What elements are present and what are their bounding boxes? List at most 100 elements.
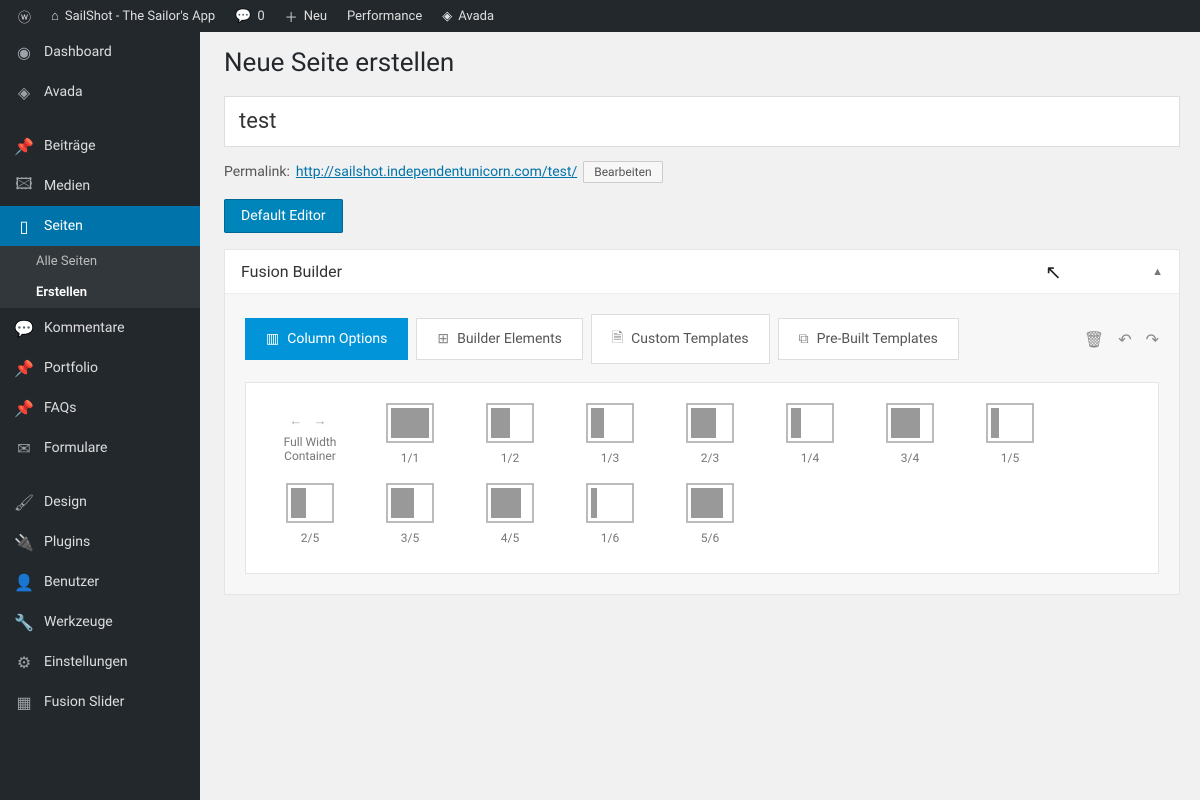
site-link[interactable]: ⌂SailShot - The Sailor's App [41, 0, 225, 32]
column-swatch [586, 403, 634, 443]
admin-sidebar: ◉Dashboard ◈Avada 📌Beiträge 🖾Medien ▯Sei… [0, 32, 200, 800]
column-option-5-6[interactable]: 5/6 [660, 483, 760, 545]
column-option-1-2[interactable]: 1/2 [460, 403, 560, 465]
columns-icon: ▥ [266, 331, 279, 347]
pin-icon: 📌 [14, 358, 34, 378]
column-option-3-4[interactable]: 3/4 [860, 403, 960, 465]
sidebar-item-avada[interactable]: ◈Avada [0, 72, 200, 112]
column-label: 1/4 [760, 451, 860, 465]
permalink-label: Permalink: [224, 164, 290, 180]
tab-custom-templates[interactable]: 🗎Custom Templates [591, 314, 770, 364]
redo-icon[interactable]: ↷ [1146, 330, 1159, 349]
column-swatch [886, 403, 934, 443]
comments-link[interactable]: 💬0 [225, 0, 275, 32]
sidebar-item-design[interactable]: 🖌Design [0, 482, 200, 522]
column-option-4-5[interactable]: 4/5 [460, 483, 560, 545]
column-label: 4/5 [460, 531, 560, 545]
submenu-create-page[interactable]: Erstellen [0, 277, 200, 308]
comment-icon: 💬 [235, 9, 251, 24]
trash-icon[interactable]: 🗑 [1084, 330, 1104, 349]
sidebar-item-users[interactable]: 👤Benutzer [0, 562, 200, 602]
edit-permalink-button[interactable]: Bearbeiten [583, 161, 662, 183]
undo-icon[interactable]: ↶ [1118, 330, 1131, 349]
elements-icon: ⊞ [437, 331, 449, 347]
pin-icon: 📌 [14, 136, 34, 156]
performance-link[interactable]: Performance [337, 0, 432, 32]
media-icon: 🖾 [14, 176, 34, 196]
sidebar-item-pages[interactable]: ▯Seiten [0, 206, 200, 246]
permalink-row: Permalink: http://sailshot.independentun… [224, 161, 1180, 183]
column-swatch [386, 403, 434, 443]
column-label: 2/3 [660, 451, 760, 465]
column-label: 3/4 [860, 451, 960, 465]
wordpress-icon: ⓦ [18, 7, 31, 26]
fusion-panel-header[interactable]: Fusion Builder ▲ [225, 250, 1179, 294]
default-editor-button[interactable]: Default Editor [224, 199, 343, 233]
plus-icon: ＋ [285, 7, 298, 26]
sidebar-item-tools[interactable]: 🔧Werkzeuge [0, 602, 200, 642]
admin-bar: ⓦ ⌂SailShot - The Sailor's App 💬0 ＋Neu P… [0, 0, 1200, 32]
collapse-icon[interactable]: ▲ [1152, 265, 1163, 278]
column-swatch [586, 483, 634, 523]
sidebar-item-faqs[interactable]: 📌FAQs [0, 388, 200, 428]
sidebar-item-portfolio[interactable]: 📌Portfolio [0, 348, 200, 388]
avada-icon: ◈ [14, 82, 34, 102]
sidebar-item-posts[interactable]: 📌Beiträge [0, 126, 200, 166]
pin-icon: 📌 [14, 398, 34, 418]
dashboard-icon: ◉ [14, 42, 34, 62]
sidebar-item-media[interactable]: 🖾Medien [0, 166, 200, 206]
slider-icon: ▦ [14, 692, 34, 712]
sidebar-item-plugins[interactable]: 🔌Plugins [0, 522, 200, 562]
new-link[interactable]: ＋Neu [275, 0, 337, 32]
column-option-2-3[interactable]: 2/3 [660, 403, 760, 465]
tab-builder-elements[interactable]: ⊞Builder Elements [416, 318, 583, 360]
sidebar-item-comments[interactable]: 💬Kommentare [0, 308, 200, 348]
column-label: 1/1 [360, 451, 460, 465]
page-title-input[interactable] [224, 96, 1180, 147]
sidebar-item-formulare[interactable]: ✉Formulare [0, 428, 200, 468]
tab-prebuilt-templates[interactable]: ⧉Pre-Built Templates [778, 318, 959, 360]
column-option-1-4[interactable]: 1/4 [760, 403, 860, 465]
full-width-container-option[interactable]: ← → Full Width Container [260, 403, 360, 465]
column-label: 1/5 [960, 451, 1060, 465]
column-swatch [386, 483, 434, 523]
submenu-all-pages[interactable]: Alle Seiten [0, 246, 200, 277]
column-swatch [986, 403, 1034, 443]
fusion-panel-title: Fusion Builder [241, 262, 342, 281]
column-label: 3/5 [360, 531, 460, 545]
column-option-3-5[interactable]: 3/5 [360, 483, 460, 545]
fusion-tabs: ▥Column Options ⊞Builder Elements 🗎Custo… [245, 314, 1159, 364]
column-option-1-1[interactable]: 1/1 [360, 403, 460, 465]
mail-icon: ✉ [14, 438, 34, 458]
brush-icon: 🖌 [14, 492, 34, 512]
tab-column-options[interactable]: ▥Column Options [245, 318, 408, 360]
column-option-2-5[interactable]: 2/5 [260, 483, 360, 545]
plugin-icon: 🔌 [14, 532, 34, 552]
site-title: SailShot - The Sailor's App [65, 9, 215, 24]
sidebar-item-settings[interactable]: ⚙Einstellungen [0, 642, 200, 682]
permalink-url[interactable]: http://sailshot.independentunicorn.com/t… [296, 164, 577, 180]
content-area: Neue Seite erstellen Permalink: http://s… [200, 32, 1200, 800]
avada-link[interactable]: ◈Avada [432, 0, 504, 32]
column-options-grid: ← → Full Width Container 1/11/21/32/31/4… [245, 382, 1159, 574]
column-label: 1/6 [560, 531, 660, 545]
column-option-1-5[interactable]: 1/5 [960, 403, 1060, 465]
column-option-1-3[interactable]: 1/3 [560, 403, 660, 465]
template-icon: 🗎 [612, 327, 623, 351]
column-swatch [486, 483, 534, 523]
column-swatch [786, 403, 834, 443]
wrench-icon: 🔧 [14, 612, 34, 632]
sidebar-item-dashboard[interactable]: ◉Dashboard [0, 32, 200, 72]
settings-icon: ⚙ [14, 652, 34, 672]
sidebar-submenu-pages: Alle Seiten Erstellen [0, 246, 200, 308]
column-label: 1/2 [460, 451, 560, 465]
arrows-icon: ← → [260, 413, 360, 429]
column-option-1-6[interactable]: 1/6 [560, 483, 660, 545]
column-label: 2/5 [260, 531, 360, 545]
sidebar-item-fusion-slider[interactable]: ▦Fusion Slider [0, 682, 200, 722]
user-icon: 👤 [14, 572, 34, 592]
wp-logo[interactable]: ⓦ [8, 0, 41, 32]
pages-icon: ▯ [14, 216, 34, 236]
prebuilt-icon: ⧉ [799, 331, 809, 347]
fusion-toolbar: 🗑 ↶ ↷ [1084, 330, 1159, 349]
